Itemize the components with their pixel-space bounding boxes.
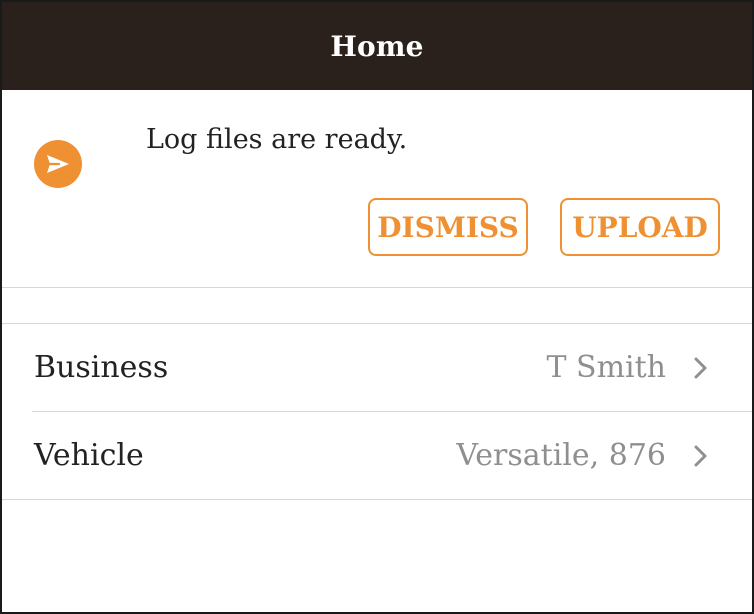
list-item-business[interactable]: Business T Smith (2, 324, 752, 411)
send-icon (34, 140, 82, 188)
list-item-label: Business (34, 350, 169, 385)
list-item-value: Versatile, 876 (456, 438, 666, 473)
list-item-label: Vehicle (34, 438, 144, 473)
section-spacer (2, 288, 752, 324)
list-item-vehicle[interactable]: Vehicle Versatile, 876 (2, 412, 752, 499)
dismiss-button[interactable]: DISMISS (368, 198, 528, 256)
app-screen: Home Log files are ready. DISMISS UPLOAD… (0, 0, 754, 614)
send-icon-glyph (47, 155, 69, 173)
upload-button[interactable]: UPLOAD (560, 198, 720, 256)
chevron-right-icon (694, 445, 707, 466)
list-divider (2, 499, 752, 500)
page-title: Home (330, 29, 424, 63)
log-files-notification: Log files are ready. DISMISS UPLOAD (2, 90, 752, 288)
app-header: Home (2, 2, 752, 90)
list-item-value: T Smith (546, 350, 666, 385)
notification-message: Log files are ready. (146, 124, 408, 155)
chevron-right-icon (694, 357, 707, 378)
settings-list: Business T Smith Vehicle Versatile, 876 (2, 324, 752, 500)
